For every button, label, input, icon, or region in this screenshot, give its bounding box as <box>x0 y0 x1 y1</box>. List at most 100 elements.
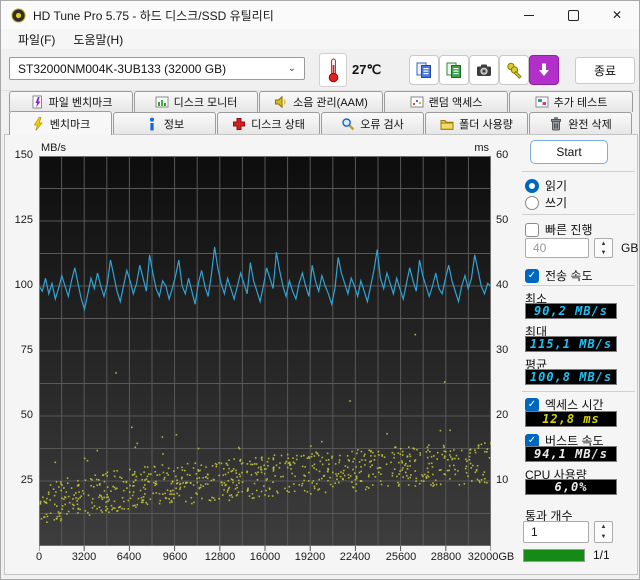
write-radio-label: 쓰기 <box>545 196 568 210</box>
tab-label: 정보 <box>163 118 185 131</box>
y-right-tick: 40 <box>496 279 509 291</box>
read-radio-label: 읽기 <box>545 179 568 193</box>
close-button[interactable]: ✕ <box>595 1 639 29</box>
tab-aam[interactable]: 소음 관리(AAM) <box>259 91 383 112</box>
start-button-label: Start <box>556 145 582 159</box>
tab-secure-erase[interactable]: 완전 삭제 <box>529 112 632 134</box>
write-radio[interactable]: 쓰기 <box>525 194 567 211</box>
tab-label: 소음 관리(AAM) <box>293 97 368 109</box>
y-right-tick: 10 <box>496 474 509 486</box>
tab-random-access[interactable]: 랜덤 액세스 <box>384 91 508 112</box>
stepper-down-button[interactable]: ▼ <box>595 248 612 257</box>
max-value-display: 115,1 MB/s <box>525 336 617 352</box>
camera-icon <box>475 61 493 79</box>
access-time-display: 12,8 ms <box>525 411 617 427</box>
keys-icon <box>505 61 523 79</box>
update-download-icon <box>535 61 553 79</box>
tab-label: 완전 삭제 <box>568 118 612 131</box>
copy-pages-blue-icon <box>415 61 433 79</box>
menu-help[interactable]: 도움말(H) <box>64 29 132 50</box>
transfer-rate-checkbox[interactable]: ✓ 전송 속도 <box>525 267 593 284</box>
separator <box>522 285 635 286</box>
progress-fill <box>524 550 584 561</box>
burst-rate-display: 94,1 MB/s <box>525 446 617 462</box>
close-icon: ✕ <box>611 8 623 22</box>
thermometer-icon <box>327 57 340 83</box>
quick-scan-size-value[interactable]: 40 <box>525 238 589 258</box>
separator <box>522 214 635 215</box>
stepper-up-button[interactable]: ▲ <box>595 239 612 248</box>
y-left-axis-unit: MB/s <box>41 142 67 154</box>
drive-selector[interactable]: ST32000NM004K-3UB133 (32000 GB) ⌄ <box>9 57 305 80</box>
secure-erase-icon <box>549 116 563 131</box>
temperature-button[interactable] <box>319 53 347 87</box>
tab-health[interactable]: 디스크 상태 <box>217 112 320 134</box>
y-right-tick: 50 <box>496 214 509 226</box>
tab-label: 디스크 상태 <box>251 118 305 131</box>
menu-file[interactable]: 파일(F) <box>9 29 64 50</box>
tab-extra-tests[interactable]: 추가 테스트 <box>509 91 633 112</box>
checkbox-checked-icon: ✓ <box>525 268 539 283</box>
tab-benchmark[interactable]: 벤치마크 <box>9 111 112 135</box>
stepper-up-button[interactable]: ▲ <box>595 522 612 532</box>
radio-unselected-icon <box>525 195 539 210</box>
progress-bar <box>523 549 585 562</box>
tab-label: 디스크 모니터 <box>173 97 238 109</box>
tab-folder-usage[interactable]: 폴더 사용량 <box>425 112 528 134</box>
separator <box>522 391 635 392</box>
cpu-usage-display: 6,0% <box>525 479 617 495</box>
file-benchmark-icon <box>30 95 44 109</box>
copy-to-clipboard-button[interactable] <box>409 55 439 85</box>
extra-tests-icon <box>535 95 549 109</box>
health-icon <box>232 117 246 131</box>
stepper-arrows: ▲ ▼ <box>594 238 613 258</box>
minimize-button[interactable] <box>507 1 551 29</box>
window-title: HD Tune Pro 5.75 - 하드 디스크/SSD 유틸리티 <box>33 8 274 23</box>
pass-count-stepper: 1 ▲ ▼ <box>523 521 613 543</box>
tab-error-scan[interactable]: 오류 검사 <box>321 112 424 134</box>
registration-button[interactable] <box>499 55 529 85</box>
drive-selector-value: ST32000NM004K-3UB133 (32000 GB) <box>18 61 227 76</box>
stepper-arrows: ▲ ▼ <box>594 521 613 543</box>
random-access-icon <box>410 95 424 109</box>
checkbox-checked-icon: ✓ <box>525 397 539 412</box>
quick-scan-checkbox[interactable]: 빠른 진행 <box>525 221 593 238</box>
y-left-tick: 50 <box>20 409 33 421</box>
tab-label: 추가 테스트 <box>553 97 608 109</box>
disk-monitor-icon <box>155 95 169 109</box>
min-value-display: 90,2 MB/s <box>525 303 617 319</box>
screenshot-button[interactable] <box>469 55 499 85</box>
stepper-down-button[interactable]: ▼ <box>595 532 612 542</box>
quick-scan-unit-label: GB <box>621 241 639 255</box>
pass-count-value[interactable]: 1 <box>523 521 589 543</box>
x-axis-tick: 32000GB <box>467 551 515 563</box>
avg-value-display: 100,8 MB/s <box>525 369 617 385</box>
read-radio[interactable]: 읽기 <box>525 177 567 194</box>
y-left-tick: 75 <box>20 344 33 356</box>
tab-label: 파일 벤치마크 <box>48 97 113 109</box>
quick-scan-label: 빠른 진행 <box>545 223 593 237</box>
benchmark-chart <box>38 156 492 552</box>
y-left-tick: 25 <box>20 474 33 486</box>
info-icon <box>145 117 159 131</box>
start-button[interactable]: Start <box>530 140 608 164</box>
error-scan-icon <box>341 117 355 131</box>
update-button[interactable] <box>529 55 559 85</box>
exit-button[interactable]: 종료 <box>575 57 635 84</box>
tab-file-benchmark[interactable]: 파일 벤치마크 <box>9 91 133 112</box>
tab-info[interactable]: 정보 <box>113 112 216 134</box>
exit-button-label: 종료 <box>593 64 617 78</box>
folder-usage-icon <box>440 117 454 131</box>
aam-icon <box>274 95 288 109</box>
y-right-tick: 60 <box>496 149 509 161</box>
benchmark-icon <box>31 116 45 131</box>
copy-pages-green-icon <box>445 61 463 79</box>
maximize-button[interactable] <box>551 1 595 29</box>
progress-label: 1/1 <box>593 548 610 562</box>
checkbox-unchecked-icon <box>525 222 539 237</box>
copy-to-file-button[interactable] <box>439 55 469 85</box>
toolbar: ST32000NM004K-3UB133 (32000 GB) ⌄ 27℃ 종료 <box>1 49 639 91</box>
tab-label: 폴더 사용량 <box>459 118 513 131</box>
y-right-axis-unit: ms <box>474 142 489 154</box>
tab-disk-monitor[interactable]: 디스크 모니터 <box>134 91 258 112</box>
